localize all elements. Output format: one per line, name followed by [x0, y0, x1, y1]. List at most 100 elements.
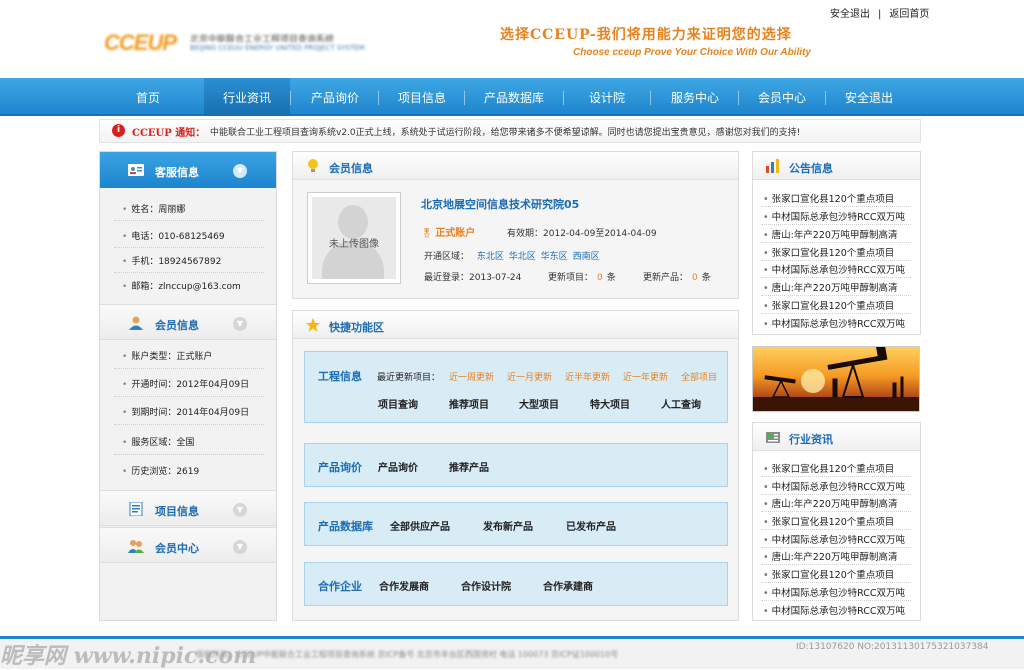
all-supply-products-link[interactable]: 全部供应产品 — [390, 518, 450, 533]
all-projects-link[interactable]: 全部项目 — [681, 370, 717, 383]
home-link[interactable]: 返回首页 — [889, 9, 929, 20]
list-item[interactable]: 张家口宣化县120个重点项目 — [763, 245, 895, 259]
updated-products-label: 更新产品： — [643, 273, 689, 283]
engineering-info-box: 工程信息 最近更新项目： 近一周更新 近一月更新 近半年更新 近一年更新 全部项… — [304, 351, 728, 423]
sidebar-header-service[interactable]: 客服信息 ▼ — [100, 152, 276, 188]
partners-box: 合作企业 合作发展商 合作设计院 合作承建商 — [304, 562, 728, 606]
list-item[interactable]: 中材国际总承包沙特RCC双万吨 — [763, 262, 905, 276]
announcements-header: 公告信息 — [753, 152, 920, 180]
list-item[interactable]: 张家口宣化县120个重点项目 — [763, 191, 895, 205]
recent-label: 最近更新项目： — [377, 373, 441, 383]
nav-item-industry-news[interactable]: 行业资讯 — [204, 78, 290, 116]
notice-text: 中能联合工业工程项目查询系统v2.0正式上线，系统处于试运行阶段，给您带来诸多不… — [210, 128, 801, 138]
recommended-products-link[interactable]: 推荐产品 — [449, 459, 489, 474]
validity-label: 有效期： — [507, 229, 544, 239]
list-item[interactable]: 张家口宣化县120个重点项目 — [763, 461, 895, 475]
partner-contractors-link[interactable]: 合作承建商 — [543, 578, 593, 593]
document-icon — [129, 502, 143, 516]
recent-month-link[interactable]: 近一月更新 — [507, 370, 552, 383]
partners-title: 合作企业 — [318, 580, 362, 593]
sidebar-header-center[interactable]: 会员中心 ▼ — [100, 527, 276, 563]
product-database-box: 产品数据库 全部供应产品 发布新产品 已发布产品 — [304, 502, 728, 546]
chevron-down-icon: ▼ — [233, 503, 247, 517]
nav-item-service-center[interactable]: 服务中心 — [652, 78, 738, 116]
member-expire-date: 到期时间：2014年04月09日 — [122, 405, 249, 418]
region-southwest[interactable]: 西南区 — [573, 252, 600, 262]
published-products-link[interactable]: 已发布产品 — [566, 518, 616, 533]
watermark-right: ID:13107620 NO:20131130175321037384 — [796, 642, 989, 652]
info-icon: i — [112, 124, 125, 137]
sidebar-header-member[interactable]: 会员信息 ▼ — [100, 304, 276, 340]
unit: 条 — [701, 273, 711, 283]
logo-name: 北京中能联合工业工程项目查询系统 — [190, 35, 335, 42]
list-item[interactable]: 唐山:年产220万吨甲醇制高清 — [763, 549, 898, 563]
nav-item-product-database[interactable]: 产品数据库 — [466, 78, 562, 116]
nav-item-home[interactable]: 首页 — [106, 78, 190, 116]
partner-developers-link[interactable]: 合作发展商 — [379, 578, 429, 593]
logo-subtitle: BEIJING CCEUU ENERGY UNITED PROJECT SYST… — [190, 44, 365, 52]
partner-design-institutes-link[interactable]: 合作设计院 — [461, 578, 511, 593]
list-item[interactable]: 中材国际总承包沙特RCC双万吨 — [763, 603, 905, 617]
slogan-english: Choose cceup Prove Your Choice With Our … — [573, 47, 811, 58]
updated-projects-count: 0 — [597, 273, 603, 283]
avatar[interactable]: 未上传图像 — [307, 192, 401, 284]
industry-news-header: 行业资讯 — [753, 423, 920, 451]
nav-item-logout[interactable]: 安全退出 — [827, 78, 911, 116]
extra-large-projects-link[interactable]: 特大项目 — [590, 396, 630, 411]
manual-search-link[interactable]: 人工查询 — [661, 396, 701, 411]
sidebar-title-service: 客服信息 — [155, 166, 199, 179]
member-service-region: 服务区域：全国 — [122, 435, 194, 448]
nav-item-project-info[interactable]: 项目信息 — [380, 78, 464, 116]
slogan: 选择CCEUP-我们将用能力来证明您的选择 — [500, 27, 792, 43]
list-item[interactable]: 中材国际总承包沙特RCC双万吨 — [763, 585, 905, 599]
sidebar-header-project[interactable]: 项目信息 ▼ — [100, 490, 276, 526]
nav-item-member-center[interactable]: 会员中心 — [740, 78, 824, 116]
star-icon — [306, 318, 320, 332]
updated-products-count: 0 — [692, 273, 698, 283]
region-northeast[interactable]: 东北区 — [477, 252, 504, 262]
top-links: 安全退出 | 返回首页 — [826, 5, 933, 20]
oil-pump-illustration — [753, 347, 919, 411]
product-inquiry-link[interactable]: 产品询价 — [378, 459, 418, 474]
project-search-link[interactable]: 项目查询 — [378, 396, 418, 411]
notice-brand: CCEUP 通知： — [132, 128, 206, 139]
last-login: 最近登录：2013-07-24 — [424, 270, 521, 283]
recent-halfyear-link[interactable]: 近半年更新 — [565, 370, 610, 383]
nav-item-design-institute[interactable]: 设计院 — [565, 78, 649, 116]
list-item[interactable]: 唐山:年产220万吨甲醇制高清 — [763, 227, 898, 241]
logout-link[interactable]: 安全退出 — [830, 9, 870, 20]
large-projects-link[interactable]: 大型项目 — [519, 396, 559, 411]
oil-pump-banner-image[interactable] — [752, 346, 920, 412]
updated-projects: 更新项目： 0 条 — [548, 270, 616, 283]
list-item[interactable]: 唐山:年产220万吨甲醇制高清 — [763, 280, 898, 294]
region-north[interactable]: 华北区 — [509, 252, 536, 262]
sidebar-title-center: 会员中心 — [155, 542, 199, 555]
list-item[interactable]: 中材国际总承包沙特RCC双万吨 — [763, 316, 905, 330]
list-item[interactable]: 中材国际总承包沙特RCC双万吨 — [763, 532, 905, 546]
left-sidebar: 客服信息 ▼ 姓名：周丽娜 电话：010-68125469 手机：1892456… — [99, 151, 277, 621]
main-nav: 首页 行业资讯 产品询价 项目信息 产品数据库 设计院 服务中心 会员中心 安全… — [0, 78, 1024, 116]
list-item[interactable]: 张家口宣化县120个重点项目 — [763, 298, 895, 312]
member-info-panel: 会员信息 未上传图像 北京地展空间信息技术研究院05 🎖 正式账户 有效期：20… — [292, 151, 739, 299]
site-logo[interactable]: CCEUP 北京中能联合工业工程项目查询系统 BEIJING CCEUU ENE… — [104, 30, 404, 56]
last-login-value: 2013-07-24 — [469, 273, 522, 283]
service-mobile: 手机：18924567892 — [122, 254, 221, 267]
nav-item-product-inquiry[interactable]: 产品询价 — [292, 78, 378, 116]
quick-functions-title: 快捷功能区 — [329, 321, 384, 334]
validity-value: 2012-04-09至2014-04-09 — [543, 229, 657, 239]
recommended-projects-link[interactable]: 推荐项目 — [449, 396, 489, 411]
lightbulb-icon — [308, 159, 318, 172]
publish-product-link[interactable]: 发布新产品 — [483, 518, 533, 533]
notice-bar: i CCEUP 通知： 中能联合工业工程项目查询系统v2.0正式上线，系统处于试… — [99, 119, 921, 143]
company-name[interactable]: 北京地展空间信息技术研究院05 — [421, 196, 579, 212]
recent-year-link[interactable]: 近一年更新 — [623, 370, 668, 383]
list-item[interactable]: 中材国际总承包沙特RCC双万吨 — [763, 479, 905, 493]
footer-copyright: 版权所有：CCEUP中能联合工业工程项目查询系统 京ICP备号 北京市丰台区西国… — [196, 650, 619, 659]
recent-week-link[interactable]: 近一周更新 — [449, 370, 494, 383]
list-item[interactable]: 张家口宣化县120个重点项目 — [763, 567, 895, 581]
list-item[interactable]: 唐山:年产220万吨甲醇制高清 — [763, 496, 898, 510]
list-item[interactable]: 中材国际总承包沙特RCC双万吨 — [763, 209, 905, 223]
product-inquiry-box: 产品询价 产品询价 推荐产品 — [304, 443, 728, 487]
list-item[interactable]: 张家口宣化县120个重点项目 — [763, 514, 895, 528]
region-east[interactable]: 华东区 — [541, 252, 568, 262]
